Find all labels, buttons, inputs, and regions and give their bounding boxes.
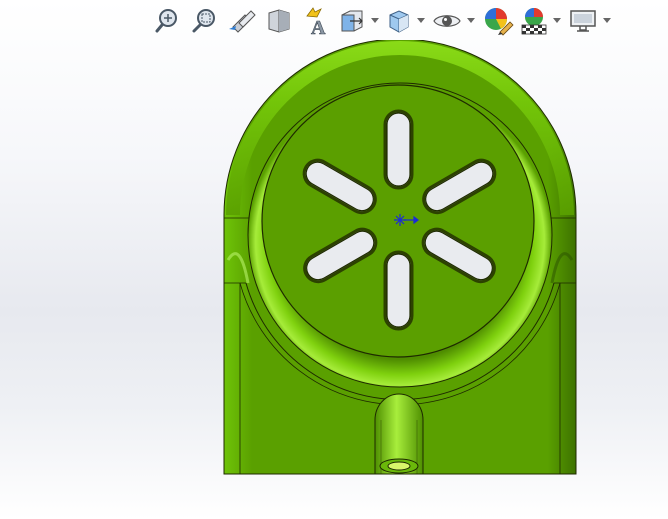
apply-scene-icon: [521, 8, 547, 35]
zoom-to-area-icon: [192, 9, 215, 33]
display-style-button[interactable]: [384, 5, 414, 37]
part-model[interactable]: [0, 40, 668, 519]
vent-slot: [386, 112, 411, 187]
boss-hole: [387, 461, 411, 471]
chevron-down-icon: [603, 18, 611, 23]
heads-up-view-toolbar: A: [152, 4, 616, 38]
graphics-area[interactable]: [0, 40, 668, 519]
hide-show-items-icon: [433, 15, 461, 27]
mounting-boss: [374, 393, 424, 475]
svg-text:A: A: [311, 17, 326, 36]
view-orientation-dropdown[interactable]: [370, 5, 380, 37]
chevron-down-icon: [371, 18, 379, 23]
view-settings-icon: [570, 10, 596, 32]
view-settings-dropdown[interactable]: [602, 5, 612, 37]
apply-scene-dropdown[interactable]: [552, 5, 562, 37]
apply-scene-button[interactable]: [518, 5, 550, 37]
dynamic-annotation-views-button[interactable]: A: [298, 5, 334, 37]
zoom-to-fit-icon: [155, 9, 177, 33]
chevron-down-icon: [417, 18, 425, 23]
previous-view-icon: [229, 10, 256, 33]
display-style-dropdown[interactable]: [416, 5, 426, 37]
section-view-button[interactable]: [262, 5, 296, 37]
section-view-icon: [268, 9, 290, 33]
hide-show-items-button[interactable]: [430, 5, 464, 37]
zoom-to-area-button[interactable]: [188, 5, 222, 37]
zoom-to-fit-button[interactable]: [152, 5, 186, 37]
dynamic-annotation-views-icon: A: [306, 7, 326, 36]
view-orientation-icon: [341, 10, 363, 32]
chevron-down-icon: [553, 18, 561, 23]
edit-appearance-icon: [485, 8, 514, 36]
chevron-down-icon: [467, 18, 475, 23]
previous-view-button[interactable]: [224, 5, 260, 37]
display-style-icon: [389, 10, 409, 33]
view-orientation-button[interactable]: [336, 5, 368, 37]
hide-show-items-dropdown[interactable]: [466, 5, 476, 37]
view-settings-button[interactable]: [566, 5, 600, 37]
edit-appearance-button[interactable]: [480, 5, 516, 37]
vent-slot: [386, 253, 411, 328]
